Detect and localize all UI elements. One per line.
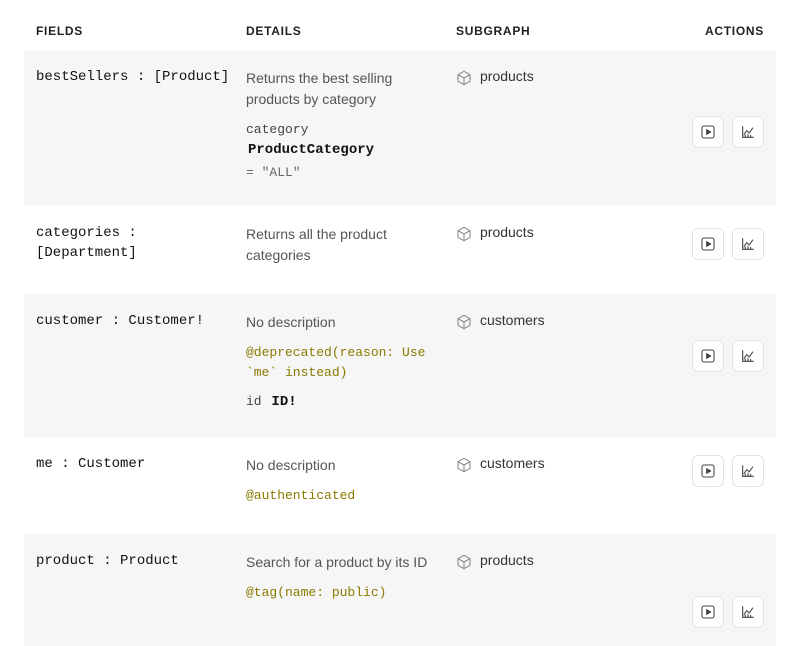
header-details: DETAILS [246, 24, 456, 38]
run-button[interactable] [692, 228, 724, 260]
arg-type: ID! [271, 394, 296, 410]
cube-icon [456, 457, 472, 476]
chart-icon [740, 348, 756, 364]
insights-button[interactable] [732, 455, 764, 487]
field-description: No description [246, 455, 444, 476]
arg-name: id [246, 394, 262, 409]
insights-button[interactable] [732, 340, 764, 372]
insights-button[interactable] [732, 116, 764, 148]
subgraph-name: customers [480, 312, 545, 328]
field-description: Returns all the product categories [246, 224, 444, 266]
subgraph-cell: products [456, 552, 626, 628]
subgraph-name: products [480, 552, 534, 568]
field-directive: @deprecated(reason: Use `me` instead) [246, 343, 444, 382]
cube-icon [456, 314, 472, 333]
actions-cell [626, 224, 764, 276]
chart-icon [740, 463, 756, 479]
field-arg: id ID! [246, 392, 444, 413]
table-row: product : Product Search for a product b… [24, 534, 776, 646]
subgraph-cell: products [456, 224, 626, 276]
table-row: customer : Customer! No description @dep… [24, 294, 776, 437]
field-signature: product : Product [36, 552, 246, 628]
details-cell: No description @deprecated(reason: Use `… [246, 312, 456, 419]
field-signature: customer : Customer! [36, 312, 246, 419]
actions-cell [626, 455, 764, 516]
table-header: FIELDS DETAILS SUBGRAPH ACTIONS [24, 0, 776, 50]
chart-icon [740, 604, 756, 620]
header-fields: FIELDS [36, 24, 246, 38]
field-signature: bestSellers : [Product] [36, 68, 246, 188]
field-signature: me : Customer [36, 455, 246, 516]
run-button[interactable] [692, 455, 724, 487]
header-actions: ACTIONS [626, 24, 764, 38]
details-cell: Returns the best selling products by cat… [246, 68, 456, 188]
play-icon [700, 348, 716, 364]
field-description: Search for a product by its ID [246, 552, 444, 573]
insights-button[interactable] [732, 596, 764, 628]
field-arg: category ProductCategory = "ALL" [246, 120, 444, 182]
field-directive: @authenticated [246, 486, 444, 506]
arg-type: ProductCategory [248, 142, 374, 158]
subgraph-name: products [480, 224, 534, 240]
field-description: No description [246, 312, 444, 333]
subgraph-cell: customers [456, 312, 626, 419]
details-cell: Search for a product by its ID @tag(name… [246, 552, 456, 628]
play-icon [700, 236, 716, 252]
actions-cell [626, 312, 764, 419]
cube-icon [456, 70, 472, 89]
run-button[interactable] [692, 596, 724, 628]
field-signature: categories : [Department] [36, 224, 246, 276]
table-row: me : Customer No description @authentica… [24, 437, 776, 534]
table-row: categories : [Department] Returns all th… [24, 206, 776, 294]
run-button[interactable] [692, 340, 724, 372]
actions-cell [626, 552, 764, 628]
table-row: bestSellers : [Product] Returns the best… [24, 50, 776, 206]
actions-cell [626, 68, 764, 188]
field-directive: @tag(name: public) [246, 583, 444, 603]
details-cell: Returns all the product categories [246, 224, 456, 276]
chart-icon [740, 124, 756, 140]
chart-icon [740, 236, 756, 252]
field-description: Returns the best selling products by cat… [246, 68, 444, 110]
insights-button[interactable] [732, 228, 764, 260]
run-button[interactable] [692, 116, 724, 148]
arg-default: = "ALL" [246, 163, 444, 183]
subgraph-cell: products [456, 68, 626, 188]
subgraph-name: customers [480, 455, 545, 471]
play-icon [700, 463, 716, 479]
header-subgraph: SUBGRAPH [456, 24, 626, 38]
arg-name: category [246, 122, 308, 137]
cube-icon [456, 226, 472, 245]
cube-icon [456, 554, 472, 573]
subgraph-name: products [480, 68, 534, 84]
play-icon [700, 604, 716, 620]
subgraph-cell: customers [456, 455, 626, 516]
play-icon [700, 124, 716, 140]
details-cell: No description @authenticated [246, 455, 456, 516]
